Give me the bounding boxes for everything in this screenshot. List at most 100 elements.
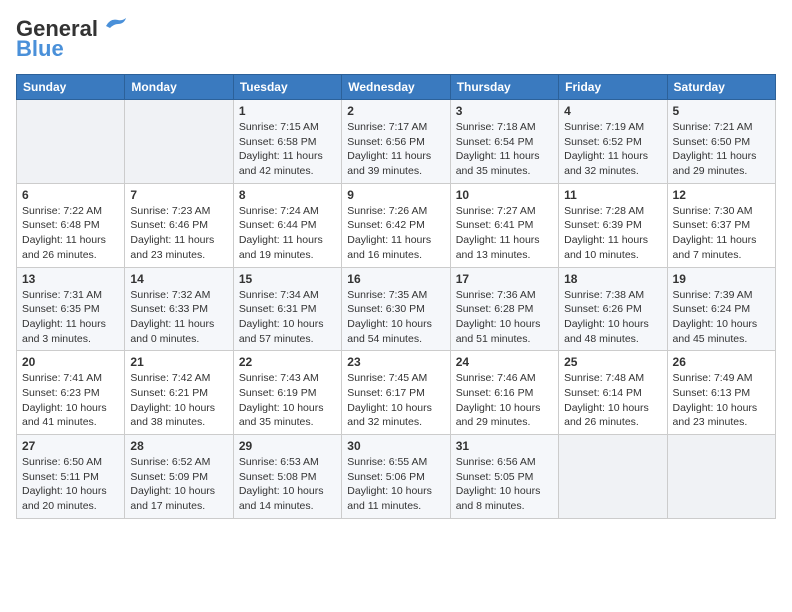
- calendar-cell: 12 Sunrise: 7:30 AM Sunset: 6:37 PM Dayli…: [667, 183, 775, 267]
- logo-bird-icon: [100, 16, 128, 34]
- day-detail: Sunrise: 6:52 AM Sunset: 5:09 PM Dayligh…: [130, 455, 227, 514]
- day-number: 18: [564, 272, 661, 286]
- calendar-cell: 8 Sunrise: 7:24 AM Sunset: 6:44 PM Daylig…: [233, 183, 341, 267]
- calendar-cell: 24 Sunrise: 7:46 AM Sunset: 6:16 PM Dayli…: [450, 351, 558, 435]
- day-detail: Sunrise: 7:21 AM Sunset: 6:50 PM Dayligh…: [673, 120, 770, 179]
- calendar-cell: 27 Sunrise: 6:50 AM Sunset: 5:11 PM Dayli…: [17, 435, 125, 519]
- day-number: 12: [673, 188, 770, 202]
- day-number: 9: [347, 188, 444, 202]
- day-number: 14: [130, 272, 227, 286]
- day-number: 19: [673, 272, 770, 286]
- day-detail: Sunrise: 7:42 AM Sunset: 6:21 PM Dayligh…: [130, 371, 227, 430]
- day-number: 3: [456, 104, 553, 118]
- day-number: 31: [456, 439, 553, 453]
- day-number: 20: [22, 355, 119, 369]
- day-detail: Sunrise: 7:39 AM Sunset: 6:24 PM Dayligh…: [673, 288, 770, 347]
- day-number: 5: [673, 104, 770, 118]
- day-number: 7: [130, 188, 227, 202]
- calendar-cell: 20 Sunrise: 7:41 AM Sunset: 6:23 PM Dayli…: [17, 351, 125, 435]
- calendar-cell: 10Sunrise: 7:27 AM Sunset: 6:41 PM Dayli…: [450, 183, 558, 267]
- day-number: 16: [347, 272, 444, 286]
- calendar-cell: 5 Sunrise: 7:21 AM Sunset: 6:50 PM Daylig…: [667, 100, 775, 184]
- calendar-cell: 4 Sunrise: 7:19 AM Sunset: 6:52 PM Daylig…: [559, 100, 667, 184]
- calendar-cell: [667, 435, 775, 519]
- column-header-monday: Monday: [125, 75, 233, 100]
- day-detail: Sunrise: 7:43 AM Sunset: 6:19 PM Dayligh…: [239, 371, 336, 430]
- day-detail: Sunrise: 6:50 AM Sunset: 5:11 PM Dayligh…: [22, 455, 119, 514]
- calendar-cell: 23 Sunrise: 7:45 AM Sunset: 6:17 PM Dayli…: [342, 351, 450, 435]
- day-detail: Sunrise: 7:48 AM Sunset: 6:14 PM Dayligh…: [564, 371, 661, 430]
- day-detail: Sunrise: 7:38 AM Sunset: 6:26 PM Dayligh…: [564, 288, 661, 347]
- calendar-cell: 2Sunrise: 7:17 AM Sunset: 6:56 PM Daylig…: [342, 100, 450, 184]
- column-header-thursday: Thursday: [450, 75, 558, 100]
- day-detail: Sunrise: 7:27 AM Sunset: 6:41 PM Dayligh…: [456, 204, 553, 263]
- calendar-cell: [559, 435, 667, 519]
- calendar-week-3: 13Sunrise: 7:31 AM Sunset: 6:35 PM Dayli…: [17, 267, 776, 351]
- calendar-cell: 1 Sunrise: 7:15 AM Sunset: 6:58 PM Daylig…: [233, 100, 341, 184]
- calendar-table: SundayMondayTuesdayWednesdayThursdayFrid…: [16, 74, 776, 519]
- calendar-cell: 6Sunrise: 7:22 AM Sunset: 6:48 PM Daylig…: [17, 183, 125, 267]
- calendar-cell: 14 Sunrise: 7:32 AM Sunset: 6:33 PM Dayli…: [125, 267, 233, 351]
- calendar-cell: [125, 100, 233, 184]
- day-number: 26: [673, 355, 770, 369]
- day-detail: Sunrise: 7:36 AM Sunset: 6:28 PM Dayligh…: [456, 288, 553, 347]
- day-detail: Sunrise: 7:45 AM Sunset: 6:17 PM Dayligh…: [347, 371, 444, 430]
- calendar-cell: 31Sunrise: 6:56 AM Sunset: 5:05 PM Dayli…: [450, 435, 558, 519]
- column-header-friday: Friday: [559, 75, 667, 100]
- day-number: 17: [456, 272, 553, 286]
- calendar-cell: 21 Sunrise: 7:42 AM Sunset: 6:21 PM Dayli…: [125, 351, 233, 435]
- logo: General Blue: [16, 16, 128, 62]
- day-number: 30: [347, 439, 444, 453]
- day-detail: Sunrise: 7:41 AM Sunset: 6:23 PM Dayligh…: [22, 371, 119, 430]
- day-number: 1: [239, 104, 336, 118]
- day-number: 22: [239, 355, 336, 369]
- day-number: 11: [564, 188, 661, 202]
- day-detail: Sunrise: 7:26 AM Sunset: 6:42 PM Dayligh…: [347, 204, 444, 263]
- day-number: 4: [564, 104, 661, 118]
- calendar-cell: [17, 100, 125, 184]
- calendar-header-row: SundayMondayTuesdayWednesdayThursdayFrid…: [17, 75, 776, 100]
- day-number: 8: [239, 188, 336, 202]
- day-detail: Sunrise: 7:18 AM Sunset: 6:54 PM Dayligh…: [456, 120, 553, 179]
- day-detail: Sunrise: 7:17 AM Sunset: 6:56 PM Dayligh…: [347, 120, 444, 179]
- calendar-week-5: 27 Sunrise: 6:50 AM Sunset: 5:11 PM Dayli…: [17, 435, 776, 519]
- calendar-cell: 13Sunrise: 7:31 AM Sunset: 6:35 PM Dayli…: [17, 267, 125, 351]
- day-number: 27: [22, 439, 119, 453]
- day-number: 21: [130, 355, 227, 369]
- column-header-saturday: Saturday: [667, 75, 775, 100]
- day-detail: Sunrise: 7:24 AM Sunset: 6:44 PM Dayligh…: [239, 204, 336, 263]
- day-detail: Sunrise: 7:32 AM Sunset: 6:33 PM Dayligh…: [130, 288, 227, 347]
- calendar-cell: 15 Sunrise: 7:34 AM Sunset: 6:31 PM Dayli…: [233, 267, 341, 351]
- calendar-week-4: 20 Sunrise: 7:41 AM Sunset: 6:23 PM Dayli…: [17, 351, 776, 435]
- calendar-cell: 7Sunrise: 7:23 AM Sunset: 6:46 PM Daylig…: [125, 183, 233, 267]
- calendar-cell: 22 Sunrise: 7:43 AM Sunset: 6:19 PM Dayli…: [233, 351, 341, 435]
- column-header-wednesday: Wednesday: [342, 75, 450, 100]
- calendar-cell: 3 Sunrise: 7:18 AM Sunset: 6:54 PM Daylig…: [450, 100, 558, 184]
- calendar-cell: 25Sunrise: 7:48 AM Sunset: 6:14 PM Dayli…: [559, 351, 667, 435]
- calendar-cell: 26 Sunrise: 7:49 AM Sunset: 6:13 PM Dayli…: [667, 351, 775, 435]
- calendar-cell: 16Sunrise: 7:35 AM Sunset: 6:30 PM Dayli…: [342, 267, 450, 351]
- calendar-cell: 17 Sunrise: 7:36 AM Sunset: 6:28 PM Dayli…: [450, 267, 558, 351]
- day-detail: Sunrise: 7:19 AM Sunset: 6:52 PM Dayligh…: [564, 120, 661, 179]
- day-number: 15: [239, 272, 336, 286]
- calendar-week-2: 6Sunrise: 7:22 AM Sunset: 6:48 PM Daylig…: [17, 183, 776, 267]
- day-detail: Sunrise: 7:46 AM Sunset: 6:16 PM Dayligh…: [456, 371, 553, 430]
- calendar-cell: 30 Sunrise: 6:55 AM Sunset: 5:06 PM Dayli…: [342, 435, 450, 519]
- page-header: General Blue: [16, 16, 776, 62]
- day-detail: Sunrise: 7:28 AM Sunset: 6:39 PM Dayligh…: [564, 204, 661, 263]
- calendar-cell: 28Sunrise: 6:52 AM Sunset: 5:09 PM Dayli…: [125, 435, 233, 519]
- calendar-body: 1 Sunrise: 7:15 AM Sunset: 6:58 PM Daylig…: [17, 100, 776, 519]
- calendar-cell: 29Sunrise: 6:53 AM Sunset: 5:08 PM Dayli…: [233, 435, 341, 519]
- day-detail: Sunrise: 7:22 AM Sunset: 6:48 PM Dayligh…: [22, 204, 119, 263]
- day-detail: Sunrise: 7:49 AM Sunset: 6:13 PM Dayligh…: [673, 371, 770, 430]
- calendar-cell: 19 Sunrise: 7:39 AM Sunset: 6:24 PM Dayli…: [667, 267, 775, 351]
- day-detail: Sunrise: 6:55 AM Sunset: 5:06 PM Dayligh…: [347, 455, 444, 514]
- day-number: 23: [347, 355, 444, 369]
- day-detail: Sunrise: 7:34 AM Sunset: 6:31 PM Dayligh…: [239, 288, 336, 347]
- column-header-tuesday: Tuesday: [233, 75, 341, 100]
- day-number: 13: [22, 272, 119, 286]
- day-number: 24: [456, 355, 553, 369]
- calendar-cell: 18 Sunrise: 7:38 AM Sunset: 6:26 PM Dayli…: [559, 267, 667, 351]
- day-detail: Sunrise: 7:30 AM Sunset: 6:37 PM Dayligh…: [673, 204, 770, 263]
- day-detail: Sunrise: 7:15 AM Sunset: 6:58 PM Dayligh…: [239, 120, 336, 179]
